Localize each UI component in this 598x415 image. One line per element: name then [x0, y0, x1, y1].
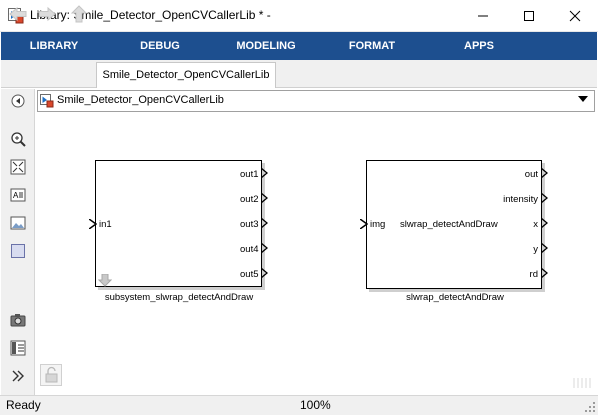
- port-rd-label: rd: [529, 269, 538, 280]
- tab-modeling[interactable]: MODELING: [231, 32, 301, 60]
- minimize-button[interactable]: [460, 0, 506, 31]
- subsystem-block[interactable]: [95, 160, 262, 287]
- ribbon-bar: LIBRARY DEBUG MODELING FORMAT APPS: [1, 32, 597, 60]
- port-out3-label: out3: [240, 219, 259, 230]
- output-port-arrows: [261, 168, 269, 279]
- unlock-icon[interactable]: [40, 364, 62, 386]
- port-out2-label: out2: [240, 194, 259, 205]
- status-bar: [0, 395, 598, 415]
- zoom-button[interactable]: [9, 130, 27, 148]
- chevron-down-icon[interactable]: [578, 96, 588, 103]
- zoom-icon: [11, 132, 26, 147]
- collapse-circle-icon: [11, 94, 25, 108]
- image-button[interactable]: [9, 214, 27, 232]
- port-x-label: x: [533, 219, 538, 230]
- fit-view-icon: [10, 159, 26, 175]
- annotation-button[interactable]: A: [9, 186, 27, 204]
- port-intensity-label: intensity: [503, 194, 538, 205]
- tab-apps[interactable]: APPS: [456, 32, 502, 60]
- resize-grip-icon[interactable]: [584, 401, 596, 413]
- port-y-label: y: [533, 244, 538, 255]
- maximize-icon: [524, 10, 534, 21]
- hide-browser-button[interactable]: [9, 92, 27, 110]
- minimize-icon: [478, 15, 488, 16]
- close-button[interactable]: [552, 0, 598, 31]
- port-img-label: img: [370, 219, 386, 230]
- screenshot-button[interactable]: [9, 311, 27, 329]
- tab-format[interactable]: FORMAT: [341, 32, 403, 60]
- close-icon: [569, 10, 581, 21]
- library-model-icon: [40, 94, 54, 108]
- area-icon: [11, 244, 25, 258]
- back-arrow-icon[interactable]: [8, 5, 28, 23]
- port-in1-label: in1: [99, 219, 112, 230]
- slwrap-block-name: slwrap_detectAndDraw: [406, 292, 504, 303]
- forward-arrow-icon[interactable]: [37, 5, 57, 23]
- port-out-label: out: [524, 169, 538, 180]
- port-out1-label: out1: [240, 169, 259, 180]
- model-tab[interactable]: Smile_Detector_OpenCVCallerLib: [96, 62, 276, 88]
- up-arrow-icon[interactable]: [69, 5, 89, 23]
- output-port-arrows: [541, 168, 549, 279]
- text-annotation-icon: A: [10, 188, 26, 202]
- window-title: Library: Smile_Detector_OpenCVCallerLib …: [30, 8, 271, 22]
- tab-debug[interactable]: DEBUG: [133, 32, 187, 60]
- double-chevron-right-icon: [12, 370, 24, 382]
- fit-to-view-button[interactable]: [9, 158, 27, 176]
- expand-toolbar-button[interactable]: [9, 367, 27, 385]
- port-out5-label: out5: [240, 269, 259, 280]
- subsystem-block-name: subsystem_slwrap_detectAndDraw: [104, 292, 254, 303]
- navigation-bar: [1, 60, 597, 88]
- camera-icon: [10, 314, 26, 327]
- property-inspector-button[interactable]: [9, 339, 27, 357]
- property-inspector-icon: [10, 340, 26, 356]
- status-text: Ready: [6, 398, 41, 412]
- input-port-arrow-icon: [360, 219, 368, 229]
- scroll-grip-icon: [573, 378, 591, 388]
- maximize-button[interactable]: [506, 0, 552, 31]
- svg-text:A: A: [13, 191, 19, 200]
- image-icon: [10, 216, 26, 230]
- input-port-arrow-icon: [89, 219, 97, 229]
- subsystem-down-arrow-icon: [98, 274, 112, 287]
- tab-library[interactable]: LIBRARY: [23, 32, 85, 60]
- zoom-level: 100%: [300, 398, 331, 412]
- area-button[interactable]: [9, 242, 27, 260]
- model-path-text: Smile_Detector_OpenCVCallerLib: [57, 94, 224, 106]
- port-out4-label: out4: [240, 244, 259, 255]
